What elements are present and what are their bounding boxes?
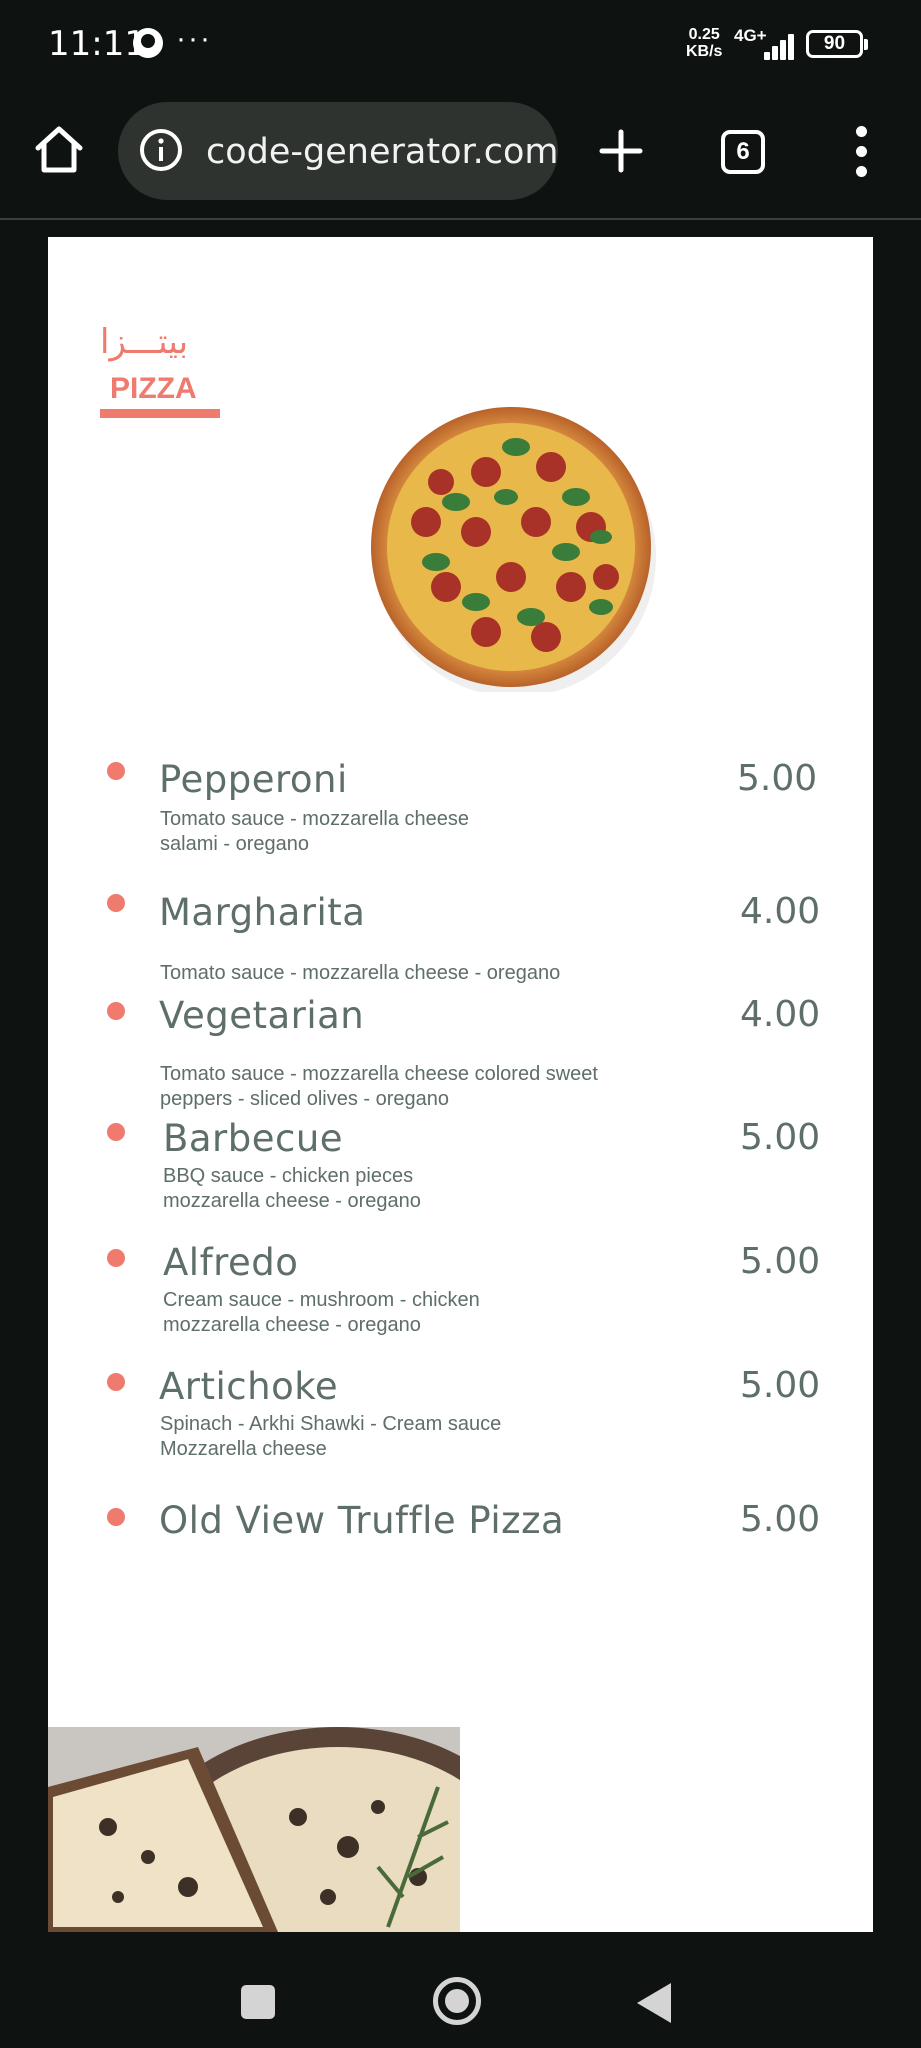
network-speed: 0.25 KB/s: [686, 26, 722, 60]
system-navigation-bar: [0, 1932, 921, 2048]
item-description: Spinach - Arkhi Shawki - Cream sauce Moz…: [160, 1412, 680, 1462]
site-info-icon[interactable]: [138, 127, 184, 173]
item-name: Margharita: [159, 891, 366, 934]
item-price: 5.00: [737, 758, 818, 799]
home-icon: [35, 126, 83, 173]
more-notifications-icon: ···: [176, 22, 212, 55]
status-bar: 11:11 ··· 0.25 KB/s 4G+ 90: [0, 0, 921, 90]
network-speed-unit: KB/s: [686, 43, 723, 60]
item-description: Tomato sauce - mozzarella cheese - orega…: [160, 962, 561, 984]
new-tab-button[interactable]: [596, 126, 646, 176]
item-price: 4.00: [740, 994, 821, 1035]
bullet: [107, 762, 125, 780]
menu-list: Pepperoni 5.00 Tomato sauce - mozzarella…: [48, 237, 873, 1932]
bullet: [107, 1249, 125, 1267]
bullet: [107, 1373, 125, 1391]
home-button[interactable]: [30, 120, 88, 178]
signal-strength-icon: [750, 30, 794, 60]
browser-menu-button[interactable]: [850, 126, 874, 178]
description-line: Spinach - Arkhi Shawki - Cream sauce: [160, 1413, 502, 1435]
system-back-button[interactable]: [637, 1983, 671, 2023]
menu-page: بيتـــزا PIZZA Pepperoni 5.00 Tomato sau…: [48, 237, 873, 1932]
description-line: Cream sauce - mushroom - chicken: [163, 1289, 480, 1311]
item-price: 5.00: [740, 1241, 821, 1282]
url-text[interactable]: code-generator.com: [206, 132, 559, 172]
item-description: Tomato sauce - mozzarella cheese salami …: [160, 807, 680, 857]
description-line: Tomato sauce - mozzarella cheese colored…: [160, 1063, 598, 1085]
item-price: 5.00: [740, 1499, 821, 1540]
menu-dot: [856, 126, 867, 137]
item-name: Old View Truffle Pizza: [159, 1499, 565, 1542]
recent-apps-button[interactable]: [241, 1985, 275, 2019]
item-name: Vegetarian: [159, 994, 365, 1037]
item-price: 5.00: [740, 1365, 821, 1406]
description-line: BBQ sauce - chicken pieces: [163, 1165, 414, 1187]
network-speed-value: 0.25: [688, 26, 720, 43]
system-home-button[interactable]: [433, 1977, 481, 2025]
status-time: 11:11: [48, 24, 146, 64]
menu-dot: [856, 166, 867, 177]
notification-app-icon: [133, 28, 163, 58]
item-name: Pepperoni: [159, 758, 348, 801]
item-price: 4.00: [740, 891, 821, 932]
description-line: mozzarella cheese - oregano: [163, 1190, 421, 1212]
description-line: Mozzarella cheese: [160, 1438, 327, 1460]
bullet: [107, 1123, 125, 1141]
item-description: Cream sauce - mushroom - chicken mozzare…: [163, 1288, 683, 1338]
item-description: Tomato sauce - mozzarella cheese colored…: [160, 1062, 680, 1112]
description-line: mozzarella cheese - oregano: [163, 1314, 421, 1336]
description-line: salami - oregano: [160, 833, 309, 855]
bullet: [107, 1508, 125, 1526]
item-name: Artichoke: [159, 1365, 339, 1408]
truffle-pizza-image: [48, 1727, 460, 1932]
tab-switcher-button[interactable]: 6: [721, 130, 765, 174]
item-name: Alfredo: [163, 1241, 299, 1284]
item-description: BBQ sauce - chicken pieces mozzarella ch…: [163, 1164, 683, 1214]
menu-dot: [856, 146, 867, 157]
item-price: 5.00: [740, 1117, 821, 1158]
description-line: Tomato sauce - mozzarella cheese: [160, 808, 470, 830]
address-bar[interactable]: code-generator.com: [118, 102, 559, 200]
browser-toolbar: code-generator.com 6: [0, 90, 921, 220]
plus-icon: [599, 129, 643, 173]
bullet: [107, 894, 125, 912]
item-name: Barbecue: [163, 1117, 344, 1160]
description-line: peppers - sliced olives - oregano: [160, 1088, 450, 1110]
bullet: [107, 1002, 125, 1020]
battery-indicator: 90: [806, 30, 868, 58]
